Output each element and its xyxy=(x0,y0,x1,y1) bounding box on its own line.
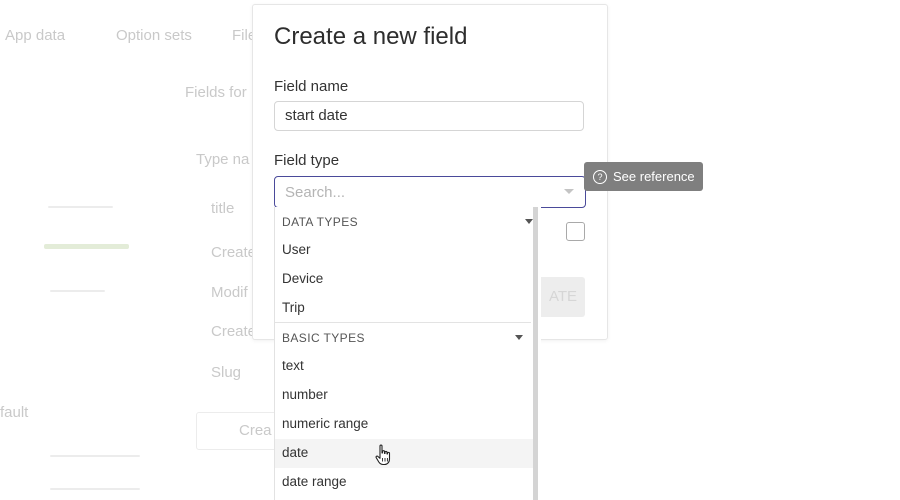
blurred-text xyxy=(50,488,140,490)
see-reference-tooltip[interactable]: ? See reference xyxy=(584,162,703,191)
blurred-text xyxy=(50,290,105,292)
list-item-numeric-range[interactable]: numeric range xyxy=(275,410,541,439)
fields-for-heading: Fields for xyxy=(185,84,247,101)
default-label: fault xyxy=(0,404,29,421)
list-item-text[interactable]: text xyxy=(275,352,541,381)
field-row-label: Slug xyxy=(211,364,242,381)
tab-app-data[interactable]: App data xyxy=(5,27,65,44)
list-checkbox[interactable] xyxy=(566,222,585,241)
field-type-label: Field type xyxy=(274,152,340,169)
list-item-date[interactable]: date xyxy=(275,438,533,468)
field-row-label: Create xyxy=(211,244,257,261)
hand-cursor-icon xyxy=(375,444,391,466)
dropdown-scrollbar[interactable] xyxy=(533,207,538,500)
field-row-label: Modif xyxy=(211,284,248,301)
see-reference-label: See reference xyxy=(613,169,695,184)
field-name-label: Field name xyxy=(274,78,349,95)
dialog-title: Create a new field xyxy=(274,23,468,50)
question-circle-icon: ? xyxy=(593,169,607,184)
chevron-down-icon[interactable] xyxy=(564,189,574,194)
blurred-text xyxy=(48,206,113,208)
list-item-device[interactable]: Device xyxy=(275,265,541,294)
list-item-trip[interactable]: Trip xyxy=(275,294,541,323)
section-header-basic-types[interactable]: BASIC TYPES xyxy=(275,322,531,352)
caret-down-icon xyxy=(525,219,533,224)
blurred-text xyxy=(44,244,129,249)
list-item-user[interactable]: User xyxy=(275,236,541,265)
field-type-search-input[interactable] xyxy=(274,176,586,208)
create-field-button-bg[interactable]: Crea xyxy=(196,412,278,450)
field-row-label: Create xyxy=(211,323,257,340)
caret-down-icon xyxy=(515,335,523,341)
field-name-input[interactable]: start date xyxy=(274,101,584,131)
type-name-input[interactable]: Type na xyxy=(196,151,249,168)
list-item-number[interactable]: number xyxy=(275,381,541,410)
field-row-label: title xyxy=(211,200,235,217)
field-type-dropdown: DATA TYPES User Device Trip BASIC TYPES … xyxy=(274,207,541,500)
section-header-data-types[interactable]: DATA TYPES xyxy=(275,207,541,236)
list-item-date-range[interactable]: date range xyxy=(275,468,541,497)
blurred-text xyxy=(50,455,140,457)
tab-option-sets[interactable]: Option sets xyxy=(116,27,192,44)
